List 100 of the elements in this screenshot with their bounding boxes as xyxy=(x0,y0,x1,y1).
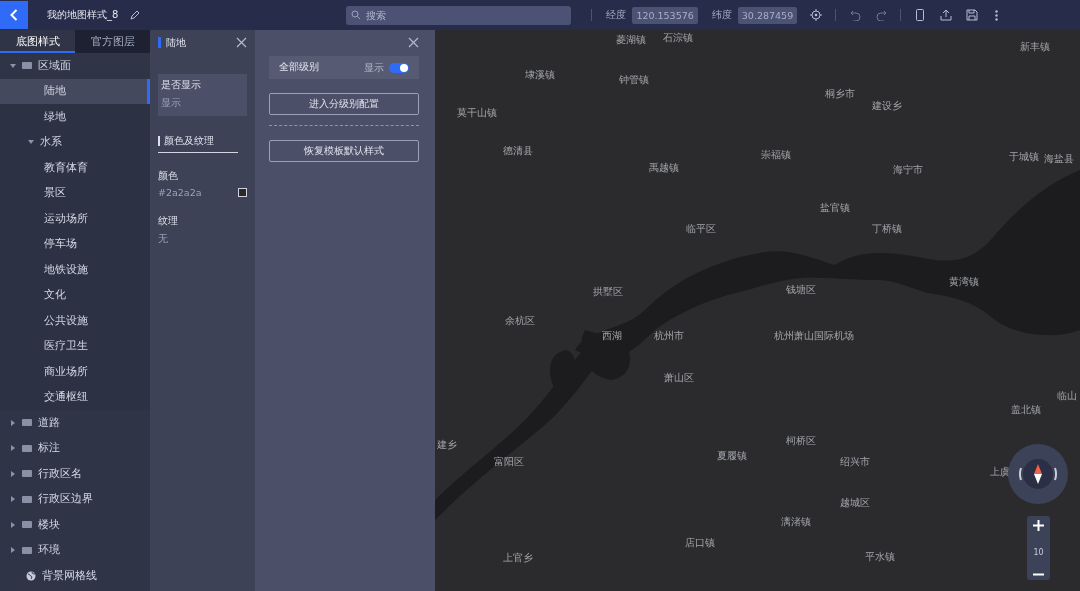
place-label: 平水镇 xyxy=(865,550,895,564)
place-label: 桐乡市 xyxy=(825,87,855,101)
folder-icon xyxy=(22,444,32,452)
tree-label: 背景网格线 xyxy=(42,568,97,583)
search-field[interactable]: 搜索 xyxy=(346,5,572,25)
upload-icon xyxy=(940,9,953,21)
place-label: 于城镇 xyxy=(1009,150,1039,164)
place-label: 夏履镇 xyxy=(717,449,747,463)
tree-label: 文化 xyxy=(44,288,66,303)
folder-icon xyxy=(22,521,32,529)
tree-item[interactable]: 楼块 xyxy=(0,512,150,538)
pencil-icon xyxy=(130,10,141,20)
place-label: 拱墅区 xyxy=(593,285,623,299)
config-button[interactable]: 进入分级别配置 xyxy=(269,93,419,115)
plus-icon xyxy=(1033,520,1044,531)
tree-label: 楼块 xyxy=(38,517,60,532)
place-label: 漓渚镇 xyxy=(781,515,811,529)
place-label: 西湖 xyxy=(602,329,622,343)
tree-label: 医疗卫生 xyxy=(44,339,88,354)
place-label: 石淙镇 xyxy=(663,31,693,45)
tree-label: 商业场所 xyxy=(44,364,88,379)
visibility-switch[interactable] xyxy=(389,62,409,73)
color-label: 颜色 xyxy=(158,169,179,183)
folder-icon xyxy=(22,495,32,503)
place-label: 钟管镇 xyxy=(619,73,649,87)
place-label: 新丰镇 xyxy=(1020,40,1050,54)
latitude-field[interactable]: 30.287459 xyxy=(737,6,798,24)
panel-title: 陆地 xyxy=(158,37,186,48)
visibility-state: 显示 xyxy=(364,60,384,75)
tree-label: 教育体育 xyxy=(44,160,88,175)
place-label: 海宁市 xyxy=(893,163,923,177)
tree-item[interactable]: 区域面 xyxy=(0,53,150,79)
folder-icon xyxy=(22,546,32,554)
tree-item[interactable]: 环境 xyxy=(0,537,150,563)
crosshair-icon xyxy=(810,9,823,21)
zoom-in-button[interactable] xyxy=(1033,520,1044,531)
tree-label: 水系 xyxy=(40,135,62,150)
section-heading: 颜色及纹理 xyxy=(158,136,247,146)
phone-icon xyxy=(916,9,925,21)
folder-icon xyxy=(22,470,32,478)
color-value: #2a2a2a xyxy=(158,187,202,198)
place-label: 店口镇 xyxy=(685,536,715,550)
tree-item[interactable]: 背景网格线 xyxy=(0,563,150,589)
texture-value: 无 xyxy=(158,233,169,246)
longitude-field[interactable]: 120.153576 xyxy=(632,6,698,24)
tree-label: 道路 xyxy=(38,415,60,430)
place-label: 德清县 xyxy=(503,144,533,158)
place-label: 萧山区 xyxy=(664,371,694,385)
tree-item[interactable]: 标注 xyxy=(0,435,150,461)
tree-label: 公共设施 xyxy=(44,313,88,328)
place-label: 柯桥区 xyxy=(786,434,816,448)
tree-item[interactable]: 行政区边界 xyxy=(0,486,150,512)
config-button[interactable]: 恢复模板默认样式 xyxy=(269,140,419,162)
minus-icon xyxy=(1033,573,1044,576)
tree-label: 景区 xyxy=(44,186,66,201)
tree-label: 地铁设施 xyxy=(44,262,88,277)
place-label: 越城区 xyxy=(840,496,870,510)
place-label: 海盐县 xyxy=(1044,152,1074,166)
tree-item[interactable]: 道路 xyxy=(0,410,150,436)
globe-icon xyxy=(26,570,36,581)
compass-control[interactable] xyxy=(1008,444,1068,504)
close-button[interactable] xyxy=(236,37,247,48)
save-icon xyxy=(966,9,979,21)
place-label: 盐官镇 xyxy=(820,201,850,215)
tree-label: 环境 xyxy=(38,543,60,558)
redo-icon xyxy=(875,9,887,21)
place-label: 富阳区 xyxy=(494,455,524,469)
place-label: 建乡 xyxy=(437,438,457,452)
place-label: 临山 xyxy=(1057,389,1077,403)
place-label: 盖北镇 xyxy=(1011,403,1041,417)
close-button[interactable] xyxy=(408,37,419,48)
tree-item[interactable]: 行政区名 xyxy=(0,461,150,487)
back-button[interactable] xyxy=(0,1,28,29)
search-icon xyxy=(351,10,362,20)
place-label: 余杭区 xyxy=(505,314,535,328)
tree-label: 停车场 xyxy=(44,237,77,252)
close-icon xyxy=(408,37,419,48)
visibility-field[interactable]: 是否显示 显示 xyxy=(158,74,247,116)
place-label: 埭溪镇 xyxy=(525,68,555,82)
place-label: 黄湾镇 xyxy=(949,275,979,289)
tree-label: 行政区名 xyxy=(38,466,82,481)
color-swatch[interactable] xyxy=(238,188,247,197)
tree-item[interactable]: 陆地 xyxy=(0,78,150,104)
tree-label: 绿地 xyxy=(44,109,66,124)
zoom-level: 10 xyxy=(1033,547,1044,557)
zoom-out-button[interactable] xyxy=(1033,573,1044,576)
place-label: 上虞 xyxy=(990,465,1010,479)
place-label: 禹越镇 xyxy=(649,161,679,175)
more-icon xyxy=(994,9,998,21)
place-label: 临平区 xyxy=(686,222,716,236)
tree-label: 陆地 xyxy=(44,84,66,99)
sidebar-tab[interactable]: 官方图层 xyxy=(75,30,150,53)
place-label: 丁桥镇 xyxy=(872,222,902,236)
tree-label: 行政区边界 xyxy=(38,492,93,507)
place-label: 钱塘区 xyxy=(786,283,816,297)
sidebar-tab[interactable]: 底图样式 xyxy=(0,30,75,53)
place-label: 杭州市 xyxy=(654,329,684,343)
close-icon xyxy=(236,37,247,48)
undo-icon xyxy=(849,9,861,21)
tree-label: 区域面 xyxy=(38,58,71,73)
